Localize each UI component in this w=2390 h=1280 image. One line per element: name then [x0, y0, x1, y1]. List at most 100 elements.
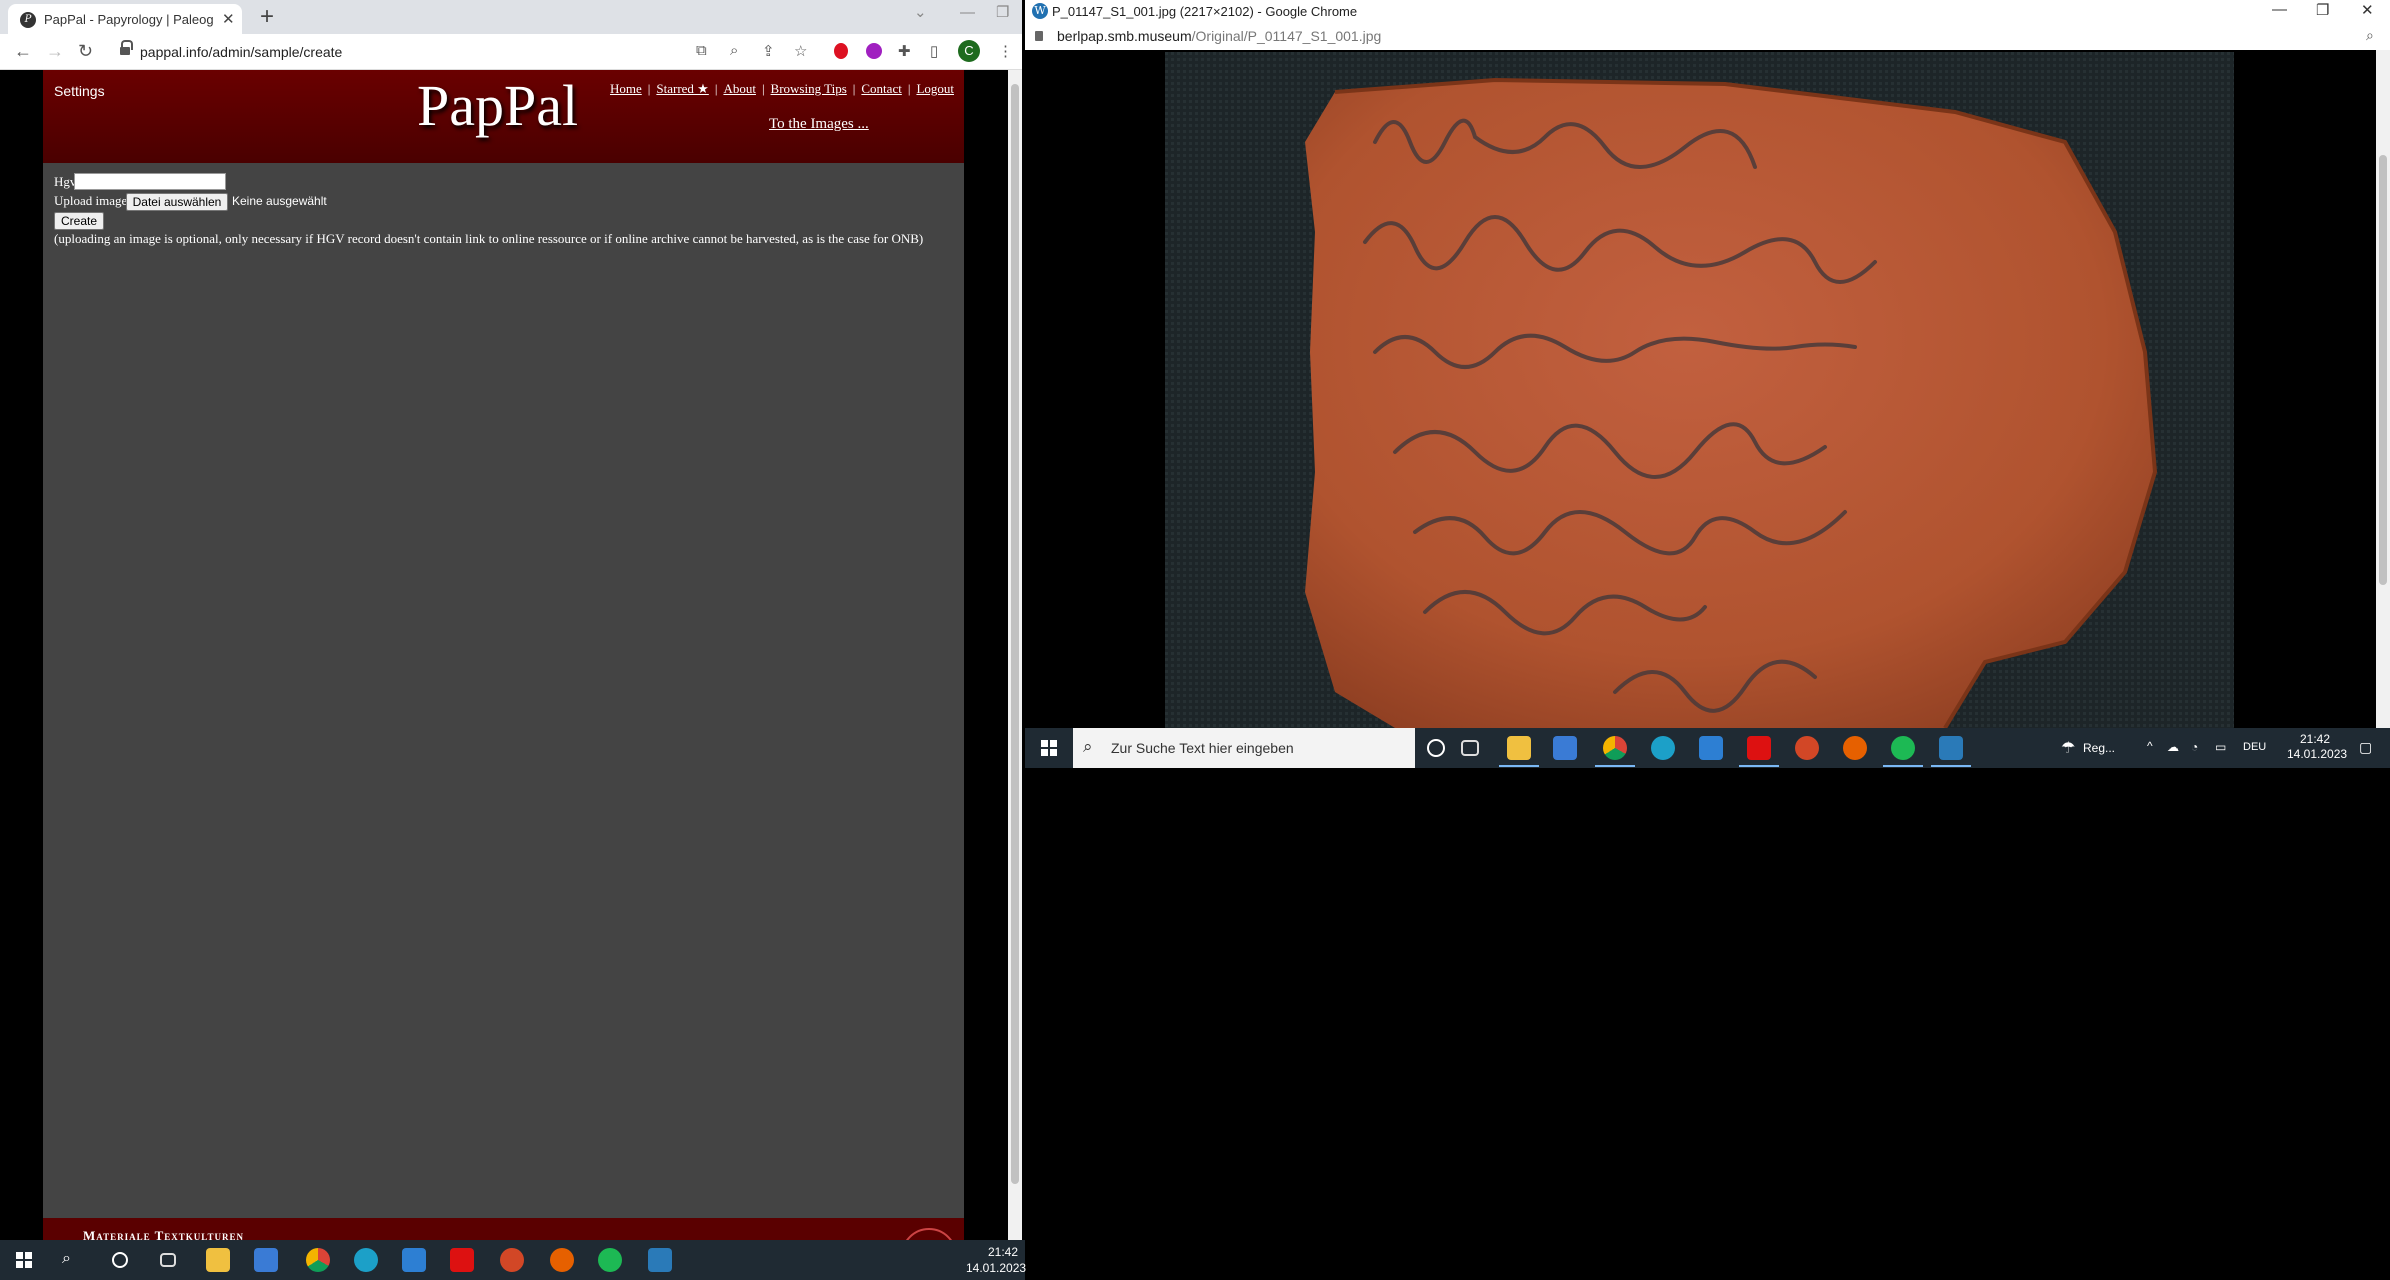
nav-home[interactable]: Home: [610, 81, 642, 96]
left-scrollbar[interactable]: [1008, 70, 1022, 1240]
create-button[interactable]: Create: [54, 212, 104, 230]
powerpoint-icon[interactable]: [500, 1248, 524, 1272]
weather-icon[interactable]: ☂: [2061, 738, 2075, 758]
active-indicator: [1739, 765, 1779, 767]
bookmark-star-icon[interactable]: ☆: [794, 42, 807, 60]
zoom-icon[interactable]: ⌕: [2366, 27, 2374, 44]
store-icon[interactable]: [254, 1248, 278, 1272]
network-icon[interactable]: ◔: [2191, 740, 2198, 754]
nav-logout[interactable]: Logout: [916, 81, 954, 96]
share-icon[interactable]: ⇪: [762, 42, 775, 60]
taskbar-search-box[interactable]: ⌕ Zur Suche Text hier eingeben: [1073, 728, 1415, 768]
to-images-link[interactable]: To the Images ...: [769, 116, 869, 133]
clock-date: 14.01.2023: [2287, 747, 2348, 761]
task-view-icon[interactable]: [160, 1253, 176, 1267]
translate-icon[interactable]: ⧉: [696, 42, 707, 59]
photos-icon[interactable]: [648, 1248, 672, 1272]
tray-chevron-icon[interactable]: ^: [2147, 739, 2153, 753]
chrome-icon[interactable]: [306, 1248, 330, 1272]
file-explorer-icon[interactable]: [206, 1248, 230, 1272]
mail-icon[interactable]: [402, 1248, 426, 1272]
nav-browsing-tips[interactable]: Browsing Tips: [771, 81, 847, 96]
zoom-icon[interactable]: ⌕: [730, 42, 738, 59]
acrobat-icon[interactable]: [450, 1248, 474, 1272]
nav-about[interactable]: About: [723, 81, 756, 96]
clock-date: 14.01.2023: [966, 1261, 1027, 1275]
photos-icon[interactable]: [1939, 736, 1963, 760]
left-taskbar: ⌕ 21:42 14.01.2023: [0, 1240, 1027, 1280]
ostracon-photo[interactable]: [1165, 52, 2234, 728]
minimize-icon[interactable]: —: [960, 4, 975, 21]
left-browser-window: P PapPal - Papyrology | Paleograph ✕ + ⌄…: [0, 0, 1071, 1240]
lock-icon: [1035, 31, 1043, 41]
settings-link[interactable]: Settings: [54, 83, 105, 99]
active-indicator: [1595, 765, 1635, 767]
windows-start-icon[interactable]: [1041, 740, 1057, 756]
new-tab-icon[interactable]: +: [260, 3, 274, 31]
language-indicator[interactable]: DEU: [2243, 741, 2266, 753]
edge-icon[interactable]: [1651, 736, 1675, 760]
right-address-bar[interactable]: berlpap.smb.museum/Original/P_01147_S1_0…: [1025, 22, 2390, 50]
firefox-icon[interactable]: [1843, 736, 1867, 760]
acrobat-icon[interactable]: [1747, 736, 1771, 760]
nav-starred[interactable]: Starred ★: [656, 81, 708, 96]
task-view-icon[interactable]: [1461, 740, 1479, 756]
spotify-icon[interactable]: [598, 1248, 622, 1272]
tab-search-icon[interactable]: ⌄: [914, 3, 927, 21]
site-header: Settings PapPal Home | Starred ★ | About | Bro…: [43, 70, 964, 163]
nav-contact[interactable]: Contact: [861, 81, 901, 96]
battery-icon[interactable]: ▭: [2215, 740, 2226, 754]
image-viewer: [1025, 50, 2376, 728]
back-icon[interactable]: ←: [14, 41, 32, 62]
left-scroll-thumb[interactable]: [1011, 84, 1019, 1184]
restore-icon[interactable]: ❐: [996, 3, 1009, 21]
powerpoint-icon[interactable]: [1795, 736, 1819, 760]
extensions-puzzle-icon[interactable]: ✚: [898, 42, 911, 60]
profile-avatar[interactable]: C: [958, 40, 980, 62]
upload-image-label: Upload image: [54, 193, 128, 208]
tab-strip: P PapPal - Papyrology | Paleograph ✕ + ⌄…: [0, 0, 1071, 34]
tab-pappal[interactable]: P PapPal - Papyrology | Paleograph ✕: [8, 4, 242, 34]
search-icon[interactable]: ⌕: [62, 1250, 71, 1268]
file-explorer-icon[interactable]: [1507, 736, 1531, 760]
firefox-icon[interactable]: [550, 1248, 574, 1272]
right-url: berlpap.smb.museum/Original/P_01147_S1_0…: [1057, 28, 1381, 44]
close-window-icon[interactable]: ✕: [2361, 1, 2374, 19]
cortana-icon[interactable]: [1427, 739, 1445, 757]
clock-time: 21:42: [2299, 732, 2331, 746]
search-icon: ⌕: [1083, 737, 1093, 756]
clock-time: 21:42: [987, 1245, 1018, 1259]
restore-icon[interactable]: ❐: [2316, 1, 2329, 19]
mail-icon[interactable]: [1699, 736, 1723, 760]
chrome-icon[interactable]: [1603, 736, 1627, 760]
site-footer: Materiale Textkulturen: [43, 1218, 964, 1240]
active-indicator: [1883, 765, 1923, 767]
notifications-icon[interactable]: ▢: [2359, 739, 2372, 756]
clock[interactable]: 21:42 14.01.2023: [966, 1244, 1027, 1276]
site-logo[interactable]: PapPal: [417, 72, 578, 139]
right-scrollbar[interactable]: [2376, 50, 2390, 728]
extension-red-icon[interactable]: [834, 43, 848, 59]
right-browser-window: W P_01147_S1_001.jpg (2217×2102) - Googl…: [1025, 0, 2390, 768]
right-scroll-thumb[interactable]: [2379, 155, 2387, 585]
menu-kebab-icon[interactable]: ⋮: [998, 42, 1013, 60]
side-panel-icon[interactable]: ▯: [930, 42, 938, 60]
main-nav: Home | Starred ★ | About | Browsing Tips | Conta…: [609, 81, 954, 96]
spotify-icon[interactable]: [1891, 736, 1915, 760]
weather-text[interactable]: Reg...: [2083, 741, 2115, 755]
extension-purple-icon[interactable]: [866, 43, 882, 59]
edge-icon[interactable]: [354, 1248, 378, 1272]
minimize-icon[interactable]: —: [2272, 1, 2287, 18]
url-host: berlpap.smb.museum: [1057, 28, 1192, 44]
choose-file-button[interactable]: Datei auswählen: [126, 193, 228, 211]
cortana-icon[interactable]: [112, 1252, 128, 1268]
store-icon[interactable]: [1553, 736, 1577, 760]
clock[interactable]: 21:42 14.01.2023: [2287, 732, 2348, 762]
reload-icon[interactable]: ↻: [78, 41, 93, 62]
onedrive-icon[interactable]: ☁: [2167, 740, 2179, 754]
hgv-input[interactable]: [74, 173, 226, 190]
windows-start-icon[interactable]: [16, 1252, 32, 1268]
forward-icon[interactable]: →: [46, 41, 64, 62]
close-tab-icon[interactable]: ✕: [222, 10, 235, 28]
address-bar[interactable]: pappal.info/admin/sample/create: [108, 39, 838, 65]
